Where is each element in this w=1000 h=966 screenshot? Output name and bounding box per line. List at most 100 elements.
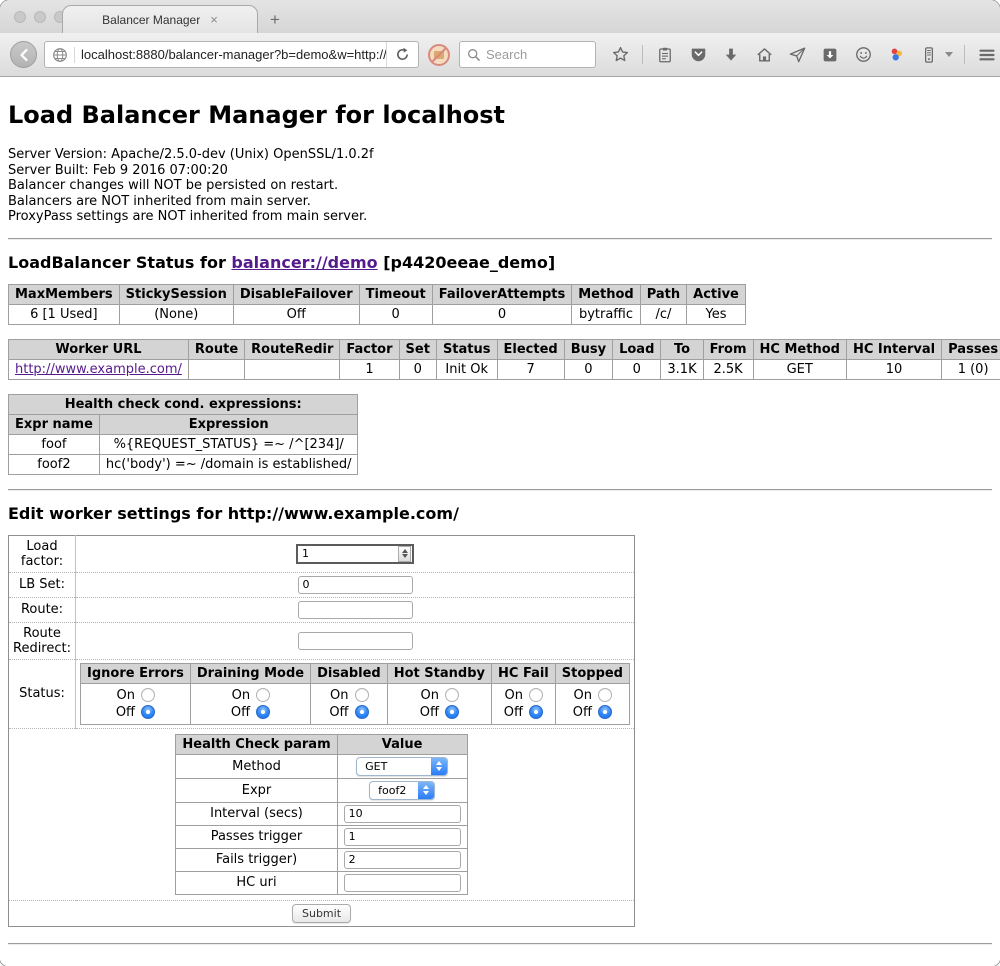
lb-set-input[interactable] bbox=[298, 576, 413, 594]
url-bar[interactable]: localhost:8880/balancer-manager?b=demo&w… bbox=[44, 41, 419, 68]
stopped-on-radio[interactable] bbox=[598, 688, 612, 702]
col-stopped: Stopped bbox=[555, 663, 629, 683]
hc-uri-label: HC uri bbox=[176, 871, 337, 894]
home-button[interactable] bbox=[753, 44, 775, 66]
back-button[interactable] bbox=[10, 41, 37, 68]
load-factor-cell: 1 bbox=[76, 535, 635, 572]
device-sync-button[interactable] bbox=[918, 44, 940, 66]
on-label: On bbox=[420, 688, 439, 703]
cell-load: 0 bbox=[613, 359, 661, 379]
heading-prefix: LoadBalancer Status for bbox=[8, 253, 231, 272]
tab-bar: Balancer Manager × + bbox=[0, 0, 1000, 33]
extension-colors-button[interactable] bbox=[885, 44, 907, 66]
cell-factor: 1 bbox=[340, 359, 399, 379]
load-factor-label: Load factor: bbox=[9, 535, 76, 572]
submit-button[interactable]: Submit bbox=[292, 904, 351, 923]
navigation-toolbar: localhost:8880/balancer-manager?b=demo&w… bbox=[0, 33, 1000, 76]
fails-input[interactable] bbox=[344, 851, 461, 869]
passes-input[interactable] bbox=[344, 828, 461, 846]
hot-standby-off-radio[interactable] bbox=[445, 705, 459, 719]
send-tab-button[interactable] bbox=[786, 44, 808, 66]
col-path: Path bbox=[640, 284, 686, 304]
menu-button[interactable] bbox=[976, 44, 998, 66]
hot-standby-on-radio[interactable] bbox=[445, 688, 459, 702]
draining-mode-off-radio[interactable] bbox=[256, 705, 270, 719]
cell-worker-url: http://www.example.com/ bbox=[9, 359, 189, 379]
reload-button[interactable] bbox=[386, 42, 418, 67]
search-input[interactable]: Search bbox=[459, 41, 596, 68]
ignore-errors-off-radio[interactable] bbox=[141, 705, 155, 719]
col-route: Route bbox=[188, 339, 244, 359]
interval-input[interactable] bbox=[344, 805, 461, 823]
form-row-hc-params: Health Check param Value Method GET Expr bbox=[9, 728, 635, 900]
url-text[interactable]: localhost:8880/balancer-manager?b=demo&w… bbox=[75, 47, 386, 62]
frame-download-button[interactable] bbox=[819, 44, 841, 66]
hc-uri-input[interactable] bbox=[344, 874, 461, 892]
load-factor-input[interactable]: 1 bbox=[296, 544, 414, 564]
tab-balancer-manager[interactable]: Balancer Manager × bbox=[62, 5, 258, 33]
worker-url-link[interactable]: http://www.example.com/ bbox=[15, 362, 182, 377]
col-hc-fail: HC Fail bbox=[492, 663, 556, 683]
col-disabled: Disabled bbox=[311, 663, 388, 683]
browser-window: Balancer Manager × + localhost:8880/bala… bbox=[0, 0, 1000, 966]
content-blocker-button[interactable] bbox=[426, 43, 452, 67]
toolbar-icons bbox=[609, 44, 1000, 66]
status-table: Ignore Errors Draining Mode Disabled Hot… bbox=[80, 663, 630, 725]
window-controls[interactable] bbox=[14, 11, 66, 23]
draining-mode-on-radio[interactable] bbox=[256, 688, 270, 702]
proxypass-notice-line: ProxyPass settings are NOT inherited fro… bbox=[8, 209, 992, 225]
downloads-button[interactable] bbox=[720, 44, 742, 66]
col-hc-interval: HC Interval bbox=[846, 339, 941, 359]
col-expr-name: Expr name bbox=[9, 414, 100, 434]
table-header-row: Worker URL Route RouteRedir Factor Set S… bbox=[9, 339, 1000, 359]
col-disablefailover: DisableFailover bbox=[233, 284, 359, 304]
back-arrow-icon bbox=[17, 48, 31, 62]
col-failoverattempts: FailoverAttempts bbox=[432, 284, 572, 304]
expr-label: Expr bbox=[176, 778, 337, 802]
cell-hc-interval: 10 bbox=[846, 359, 941, 379]
server-info: Server Version: Apache/2.5.0-dev (Unix) … bbox=[8, 147, 992, 225]
disabled-on-radio[interactable] bbox=[355, 688, 369, 702]
hc-row-expr: Expr foof2 bbox=[176, 778, 467, 802]
edit-worker-heading: Edit worker settings for http://www.exam… bbox=[8, 504, 992, 523]
close-window-button[interactable] bbox=[14, 11, 26, 23]
pocket-button[interactable] bbox=[687, 44, 709, 66]
method-select[interactable]: GET bbox=[356, 757, 448, 776]
colored-dots-icon bbox=[887, 45, 906, 64]
feedback-button[interactable] bbox=[852, 44, 874, 66]
cell-failoverattempts: 0 bbox=[432, 304, 572, 324]
hc-fail-on-radio[interactable] bbox=[529, 688, 543, 702]
reload-icon bbox=[395, 47, 410, 62]
mobile-device-icon bbox=[920, 46, 938, 64]
minimize-window-button[interactable] bbox=[34, 11, 46, 23]
disabled-off-radio[interactable] bbox=[355, 705, 369, 719]
route-input[interactable] bbox=[298, 601, 413, 619]
bookmark-star-button[interactable] bbox=[609, 44, 631, 66]
hc-expressions-title: Health check cond. expressions: bbox=[9, 394, 358, 414]
reading-list-button[interactable] bbox=[654, 44, 676, 66]
hc-fail-off-radio[interactable] bbox=[529, 705, 543, 719]
form-row-lb-set: LB Set: bbox=[9, 572, 635, 597]
ignore-errors-on-radio[interactable] bbox=[141, 688, 155, 702]
download-arrow-icon bbox=[722, 46, 740, 64]
new-tab-button[interactable]: + bbox=[258, 7, 292, 33]
expr-select[interactable]: foof2 bbox=[369, 781, 435, 800]
hc-row-fails: Fails trigger) bbox=[176, 848, 467, 871]
number-stepper-icon[interactable] bbox=[398, 546, 411, 562]
balancer-demo-link[interactable]: balancer://demo bbox=[231, 253, 377, 272]
col-timeout: Timeout bbox=[359, 284, 432, 304]
route-redirect-input[interactable] bbox=[298, 632, 413, 650]
cell-expression: %{REQUEST_STATUS} =~ /^[234]/ bbox=[99, 434, 358, 454]
hamburger-icon bbox=[977, 45, 997, 65]
tab-close-icon[interactable]: × bbox=[210, 13, 218, 26]
stopped-off-radio[interactable] bbox=[598, 705, 612, 719]
col-worker-url: Worker URL bbox=[9, 339, 189, 359]
server-version-line: Server Version: Apache/2.5.0-dev (Unix) … bbox=[8, 147, 992, 163]
star-icon bbox=[611, 45, 630, 64]
chevron-down-icon[interactable] bbox=[945, 52, 953, 57]
toolbar-separator bbox=[642, 45, 643, 64]
site-identity[interactable] bbox=[45, 47, 75, 63]
table-header-row: MaxMembers StickySession DisableFailover… bbox=[9, 284, 746, 304]
col-hc-param: Health Check param bbox=[176, 734, 337, 754]
tab-title: Balancer Manager bbox=[102, 13, 200, 27]
